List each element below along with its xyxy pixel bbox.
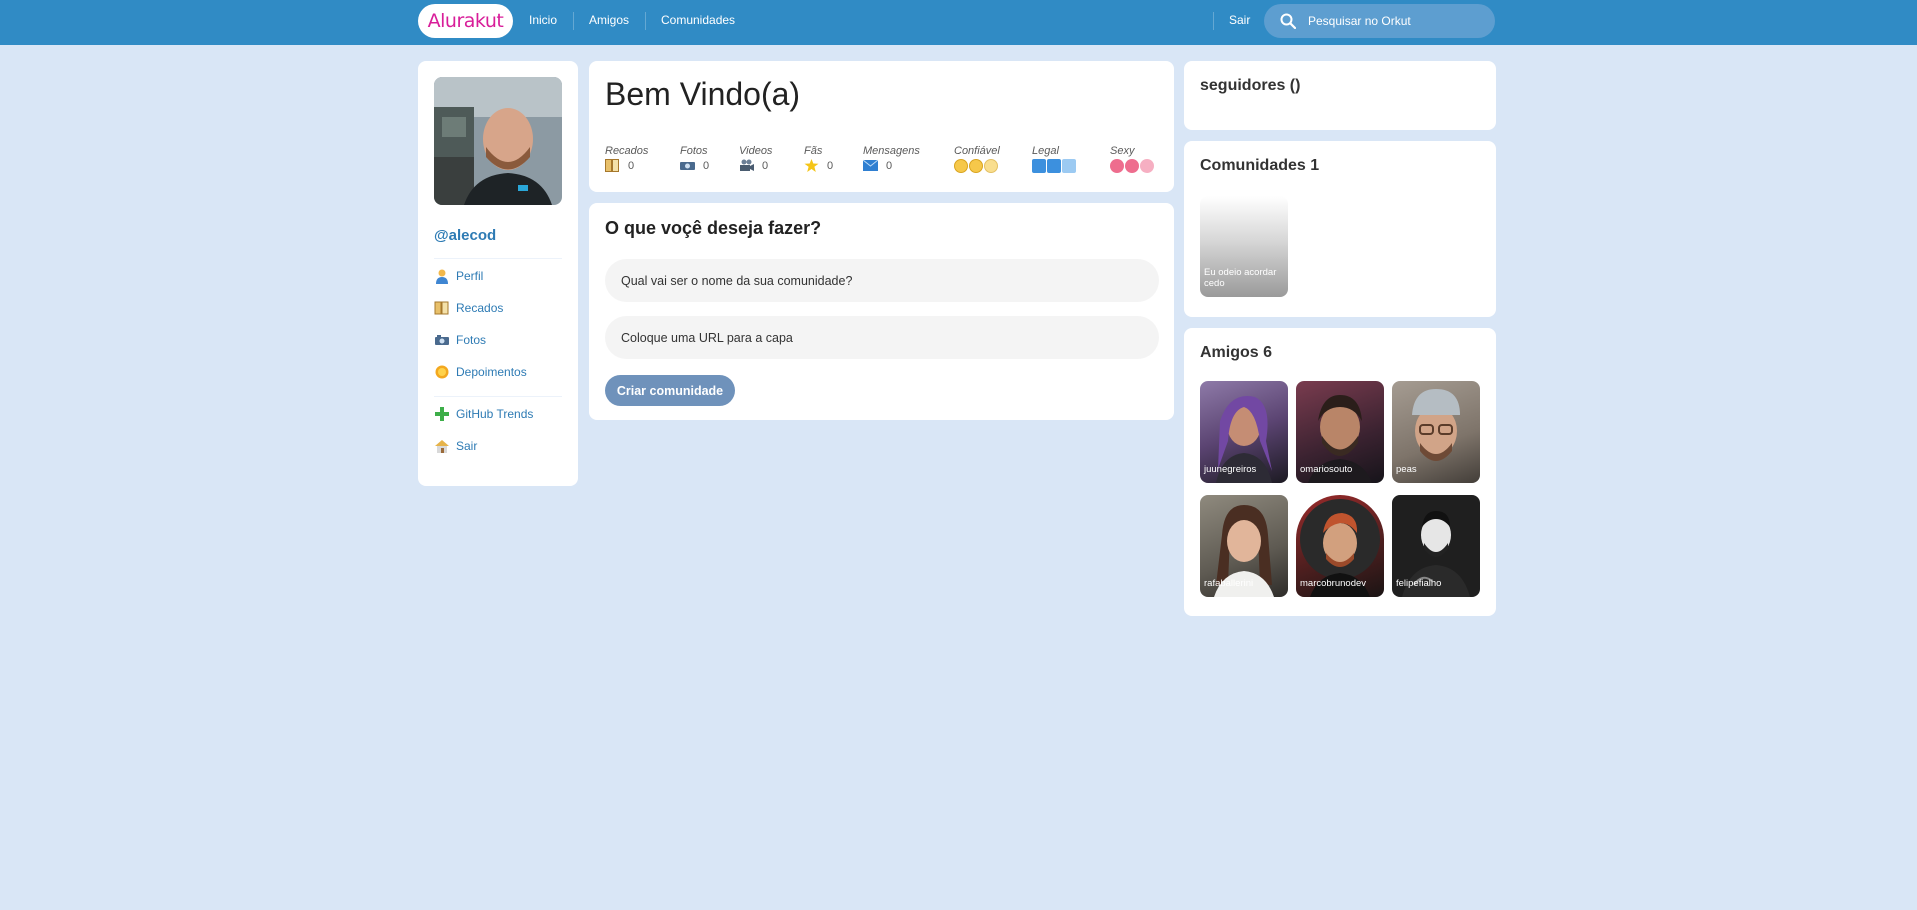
stat-value: 0 <box>762 159 769 172</box>
sidebar-item-label: GitHub Trends <box>456 407 534 421</box>
welcome-panel: Bem Vindo(a) Recados 0 Fotos 0 Videos 0 … <box>589 61 1174 192</box>
friends-title: Amigos 6 <box>1200 344 1273 361</box>
heart-icon <box>1110 159 1124 173</box>
envelope-icon <box>863 159 878 171</box>
top-nav-bar: Alurakut Inicio Amigos Comunidades Sair <box>0 0 1917 45</box>
friend-card[interactable]: marcobrunodev <box>1296 495 1384 597</box>
profile-username[interactable]: @alecod <box>434 227 496 244</box>
friend-name: felipefialho <box>1396 578 1442 589</box>
stat-value: 0 <box>886 159 893 172</box>
sidebar-item-label: Depoimentos <box>456 365 527 379</box>
communities-title: Comunidades 1 <box>1200 157 1320 174</box>
stat-value: 0 <box>827 159 834 172</box>
video-camera-icon <box>740 159 754 171</box>
stat-mensagens[interactable]: Mensagens 0 <box>863 145 920 172</box>
nav-inicio[interactable]: Inicio <box>529 13 557 27</box>
stat-label: Videos <box>739 145 773 157</box>
alurakut-logo[interactable]: Alurakut <box>418 4 513 38</box>
friend-card[interactable]: peas <box>1392 381 1480 483</box>
sidebar-item-sair[interactable]: Sair <box>434 438 477 454</box>
rating-sexy[interactable]: Sexy <box>1110 145 1154 173</box>
community-card[interactable]: Eu odeio acordar cedo <box>1200 196 1288 297</box>
friend-card[interactable]: felipefialho <box>1392 495 1480 597</box>
sidebar-item-fotos[interactable]: Fotos <box>434 332 486 348</box>
ice-cube-icon <box>1062 159 1076 173</box>
ice-cube-icon <box>1047 159 1061 173</box>
followers-title: seguidores () <box>1200 77 1301 94</box>
community-cover-url-input[interactable] <box>605 316 1159 359</box>
nav-separator <box>1213 12 1214 30</box>
sidebar-item-label: Fotos <box>456 333 487 347</box>
create-community-button[interactable]: Criar comunidade <box>605 375 735 406</box>
rating-confiavel[interactable]: Confiável <box>954 145 1000 173</box>
friend-card[interactable]: omariosouto <box>1296 381 1384 483</box>
rating-label: Legal <box>1032 145 1059 157</box>
stat-recados[interactable]: Recados 0 <box>605 145 648 172</box>
friends-panel: Amigos 6 juunegreiros omariosouto peas r… <box>1184 328 1496 616</box>
friend-name: omariosouto <box>1300 464 1353 475</box>
stat-videos[interactable]: Videos 0 <box>739 145 772 172</box>
heart-icon <box>1140 159 1154 173</box>
camera-icon <box>434 332 450 348</box>
stat-label: Fãs <box>804 145 823 157</box>
profile-sidebar: @alecod Perfil Recados Fotos Depoimentos… <box>418 61 578 486</box>
home-icon <box>434 438 450 454</box>
community-name: Eu odeio acordar cedo <box>1204 267 1277 289</box>
camera-icon <box>680 162 695 170</box>
followers-panel: seguidores () <box>1184 61 1496 130</box>
friend-name: juunegreiros <box>1204 464 1257 475</box>
smiley-icon <box>969 159 983 173</box>
sidebar-item-depoimentos[interactable]: Depoimentos <box>434 364 527 380</box>
create-community-panel: O que voçê deseja fazer? Criar comunidad… <box>589 203 1174 420</box>
friend-name: marcobrunodev <box>1300 578 1367 589</box>
divider <box>434 258 562 259</box>
nav-sair[interactable]: Sair <box>1229 13 1250 27</box>
nav-separator <box>645 12 646 30</box>
stat-value: 0 <box>628 159 635 172</box>
stat-label: Mensagens <box>863 145 920 157</box>
rating-label: Confiável <box>954 145 1000 157</box>
nav-amigos[interactable]: Amigos <box>589 13 629 27</box>
rating-legal[interactable]: Legal <box>1032 145 1076 173</box>
avatar[interactable] <box>434 77 562 205</box>
sidebar-item-perfil[interactable]: Perfil <box>434 268 483 284</box>
sidebar-item-github-trends[interactable]: GitHub Trends <box>434 406 533 422</box>
friend-card[interactable]: juunegreiros <box>1200 381 1288 483</box>
stat-label: Fotos <box>680 145 708 157</box>
communities-panel: Comunidades 1 Eu odeio acordar cedo <box>1184 141 1496 317</box>
divider <box>434 396 562 397</box>
stat-value: 0 <box>703 159 710 172</box>
search-bar[interactable] <box>1264 4 1495 38</box>
friend-name: rafaballerini <box>1204 578 1254 589</box>
sidebar-item-label: Sair <box>456 439 478 453</box>
notes-icon <box>605 159 619 172</box>
stat-label: Recados <box>605 145 649 157</box>
search-input[interactable] <box>1308 14 1478 28</box>
sun-icon <box>434 364 450 380</box>
smiley-icon <box>984 159 998 173</box>
community-name-input[interactable] <box>605 259 1159 302</box>
star-icon <box>804 159 819 172</box>
stat-fas[interactable]: Fãs 0 <box>804 145 833 172</box>
form-title: O que voçê deseja fazer? <box>605 218 822 238</box>
user-icon <box>434 268 450 284</box>
stat-fotos[interactable]: Fotos 0 <box>680 145 709 172</box>
rating-label: Sexy <box>1110 145 1135 157</box>
nav-separator <box>573 12 574 30</box>
notes-icon <box>434 300 450 316</box>
heart-icon <box>1125 159 1139 173</box>
plus-icon <box>434 406 450 422</box>
friend-card[interactable]: rafaballerini <box>1200 495 1288 597</box>
nav-comunidades[interactable]: Comunidades <box>661 13 735 27</box>
page-title: Bem Vindo(a) <box>605 76 801 112</box>
ice-cube-icon <box>1032 159 1046 173</box>
sidebar-item-label: Perfil <box>456 269 484 283</box>
search-icon <box>1280 13 1296 29</box>
sidebar-item-label: Recados <box>456 301 504 315</box>
smiley-icon <box>954 159 968 173</box>
sidebar-item-recados[interactable]: Recados <box>434 300 503 316</box>
friend-name: peas <box>1396 464 1417 475</box>
